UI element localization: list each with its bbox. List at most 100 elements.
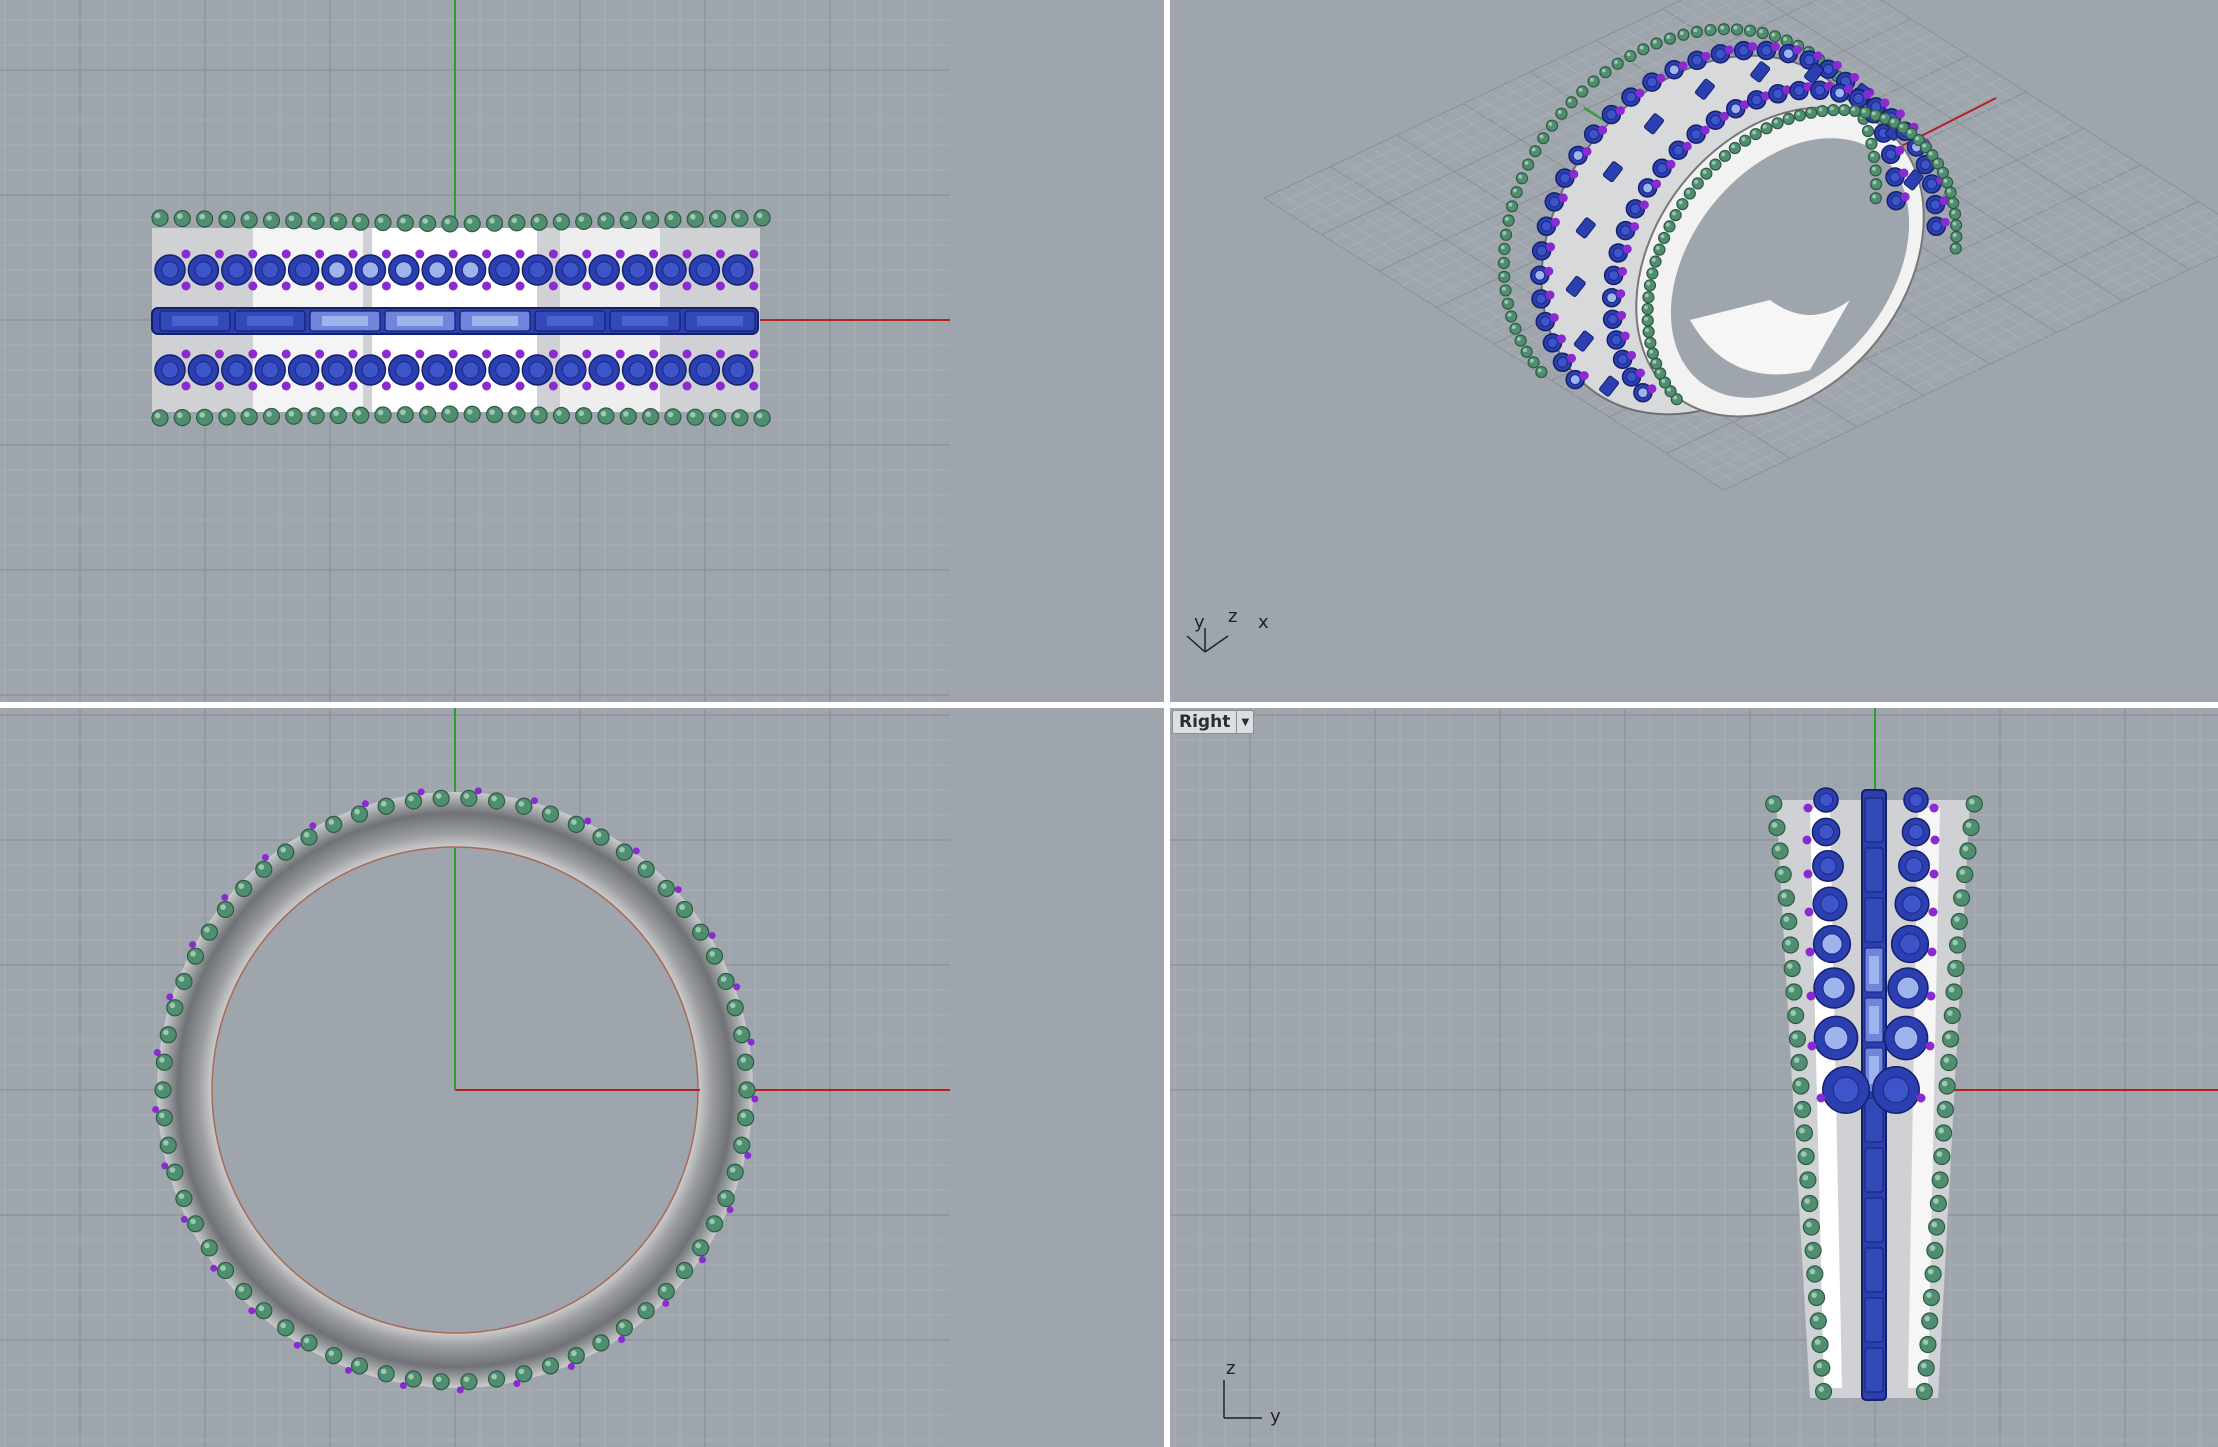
bead-highlight	[310, 410, 317, 417]
bead-highlight	[422, 409, 429, 415]
bead-highlight	[1790, 1010, 1797, 1016]
ring-model-front-view[interactable]	[152, 787, 759, 1394]
prong	[309, 822, 317, 830]
prong	[1546, 242, 1556, 252]
prong	[315, 349, 325, 359]
prong	[1862, 89, 1872, 99]
viewport-name-label[interactable]: Right	[1173, 711, 1236, 733]
bead-highlight	[288, 410, 295, 417]
bead	[460, 1373, 478, 1391]
bead	[592, 828, 610, 846]
bead-highlight	[1733, 25, 1738, 30]
bead	[1690, 25, 1704, 38]
prong	[210, 1264, 218, 1272]
round-gem-table	[294, 361, 313, 379]
viewport-perspective-canvas[interactable]: y z x	[1170, 0, 2218, 702]
round-gem-table	[1626, 371, 1637, 383]
viewport-menu-dropdown-icon[interactable]: ▼	[1236, 711, 1253, 733]
bead	[1760, 122, 1773, 135]
prong	[1579, 371, 1589, 381]
prong	[381, 349, 391, 359]
bead	[637, 860, 655, 878]
prong	[674, 886, 682, 894]
bead-highlight	[1934, 1174, 1941, 1181]
bead-highlight	[578, 410, 585, 417]
bead-highlight	[734, 213, 741, 219]
ring-model-top-view[interactable]	[151, 209, 771, 427]
prong	[381, 281, 391, 291]
bead	[1730, 23, 1744, 36]
round-gem-table	[1905, 857, 1923, 875]
bead	[1768, 818, 1786, 837]
prong	[1636, 368, 1646, 378]
round-gem-table	[1637, 387, 1649, 399]
bead	[1624, 49, 1637, 63]
round-gem-table	[1642, 182, 1654, 194]
bead-highlight	[1500, 273, 1505, 278]
bead	[708, 210, 727, 228]
prong	[1804, 907, 1814, 917]
round-gem-table	[1608, 269, 1620, 281]
bead-highlight	[756, 212, 763, 219]
bead-highlight	[1590, 77, 1594, 82]
bead	[1950, 230, 1963, 243]
bead-highlight	[1934, 160, 1939, 164]
bead-highlight	[1829, 106, 1834, 111]
bead-highlight	[578, 216, 585, 222]
bead-highlight	[1502, 231, 1507, 236]
bead	[300, 828, 318, 846]
bead	[159, 1136, 177, 1154]
bead-highlight	[178, 1193, 185, 1199]
viewport-top-left-canvas[interactable]	[0, 0, 1164, 702]
viewport-name-tab[interactable]: Right ▼	[1172, 710, 1255, 734]
bead-highlight	[1706, 26, 1711, 31]
bead-highlight	[1679, 31, 1684, 36]
prong	[1927, 947, 1937, 957]
bead	[657, 1282, 675, 1301]
prong	[1850, 72, 1860, 82]
round-gem-table	[1541, 220, 1552, 232]
bead-highlight	[571, 1350, 577, 1357]
bead	[350, 805, 369, 823]
prong	[1630, 222, 1640, 232]
bead-highlight	[444, 408, 451, 415]
prong	[1656, 73, 1666, 83]
bead-highlight	[1512, 188, 1517, 193]
bead	[419, 214, 437, 233]
bead-highlight	[667, 214, 674, 221]
bead	[575, 407, 593, 425]
bead-highlight	[1952, 939, 1958, 946]
prong	[682, 249, 692, 259]
viewport-right[interactable]: z y Right ▼	[1170, 708, 2218, 1447]
round-gem-table	[729, 361, 747, 379]
bead-highlight	[204, 926, 210, 933]
baguette-gem	[1864, 797, 1884, 843]
prong	[515, 249, 525, 259]
bead-highlight	[729, 1002, 736, 1009]
bead-highlight	[1711, 160, 1716, 165]
viewport-right-canvas[interactable]: z y	[1170, 708, 2218, 1447]
gizmo-y-label: y	[1194, 612, 1205, 633]
round-gem-table	[729, 261, 747, 279]
gizmo-z-label: z	[1228, 606, 1237, 627]
viewport-front-canvas[interactable]	[0, 708, 1164, 1447]
bead	[186, 947, 205, 965]
prong	[180, 1215, 188, 1223]
viewport-front[interactable]	[0, 708, 1164, 1447]
bead-highlight	[1939, 169, 1944, 174]
prong	[1807, 1041, 1817, 1051]
bead	[675, 900, 694, 919]
round-gem-table	[1620, 225, 1632, 237]
prong	[649, 381, 659, 391]
viewport-top-left[interactable]	[0, 0, 1164, 702]
bead-highlight	[518, 801, 525, 807]
bead	[1520, 345, 1533, 358]
viewport-perspective[interactable]: y z x	[1170, 0, 2218, 702]
prong	[682, 349, 692, 359]
prong	[344, 1366, 352, 1374]
prong	[649, 249, 659, 259]
bead-highlight	[1922, 1339, 1929, 1345]
round-gem-table	[1818, 792, 1834, 808]
prong	[1556, 334, 1566, 344]
bead	[1945, 983, 1963, 1001]
